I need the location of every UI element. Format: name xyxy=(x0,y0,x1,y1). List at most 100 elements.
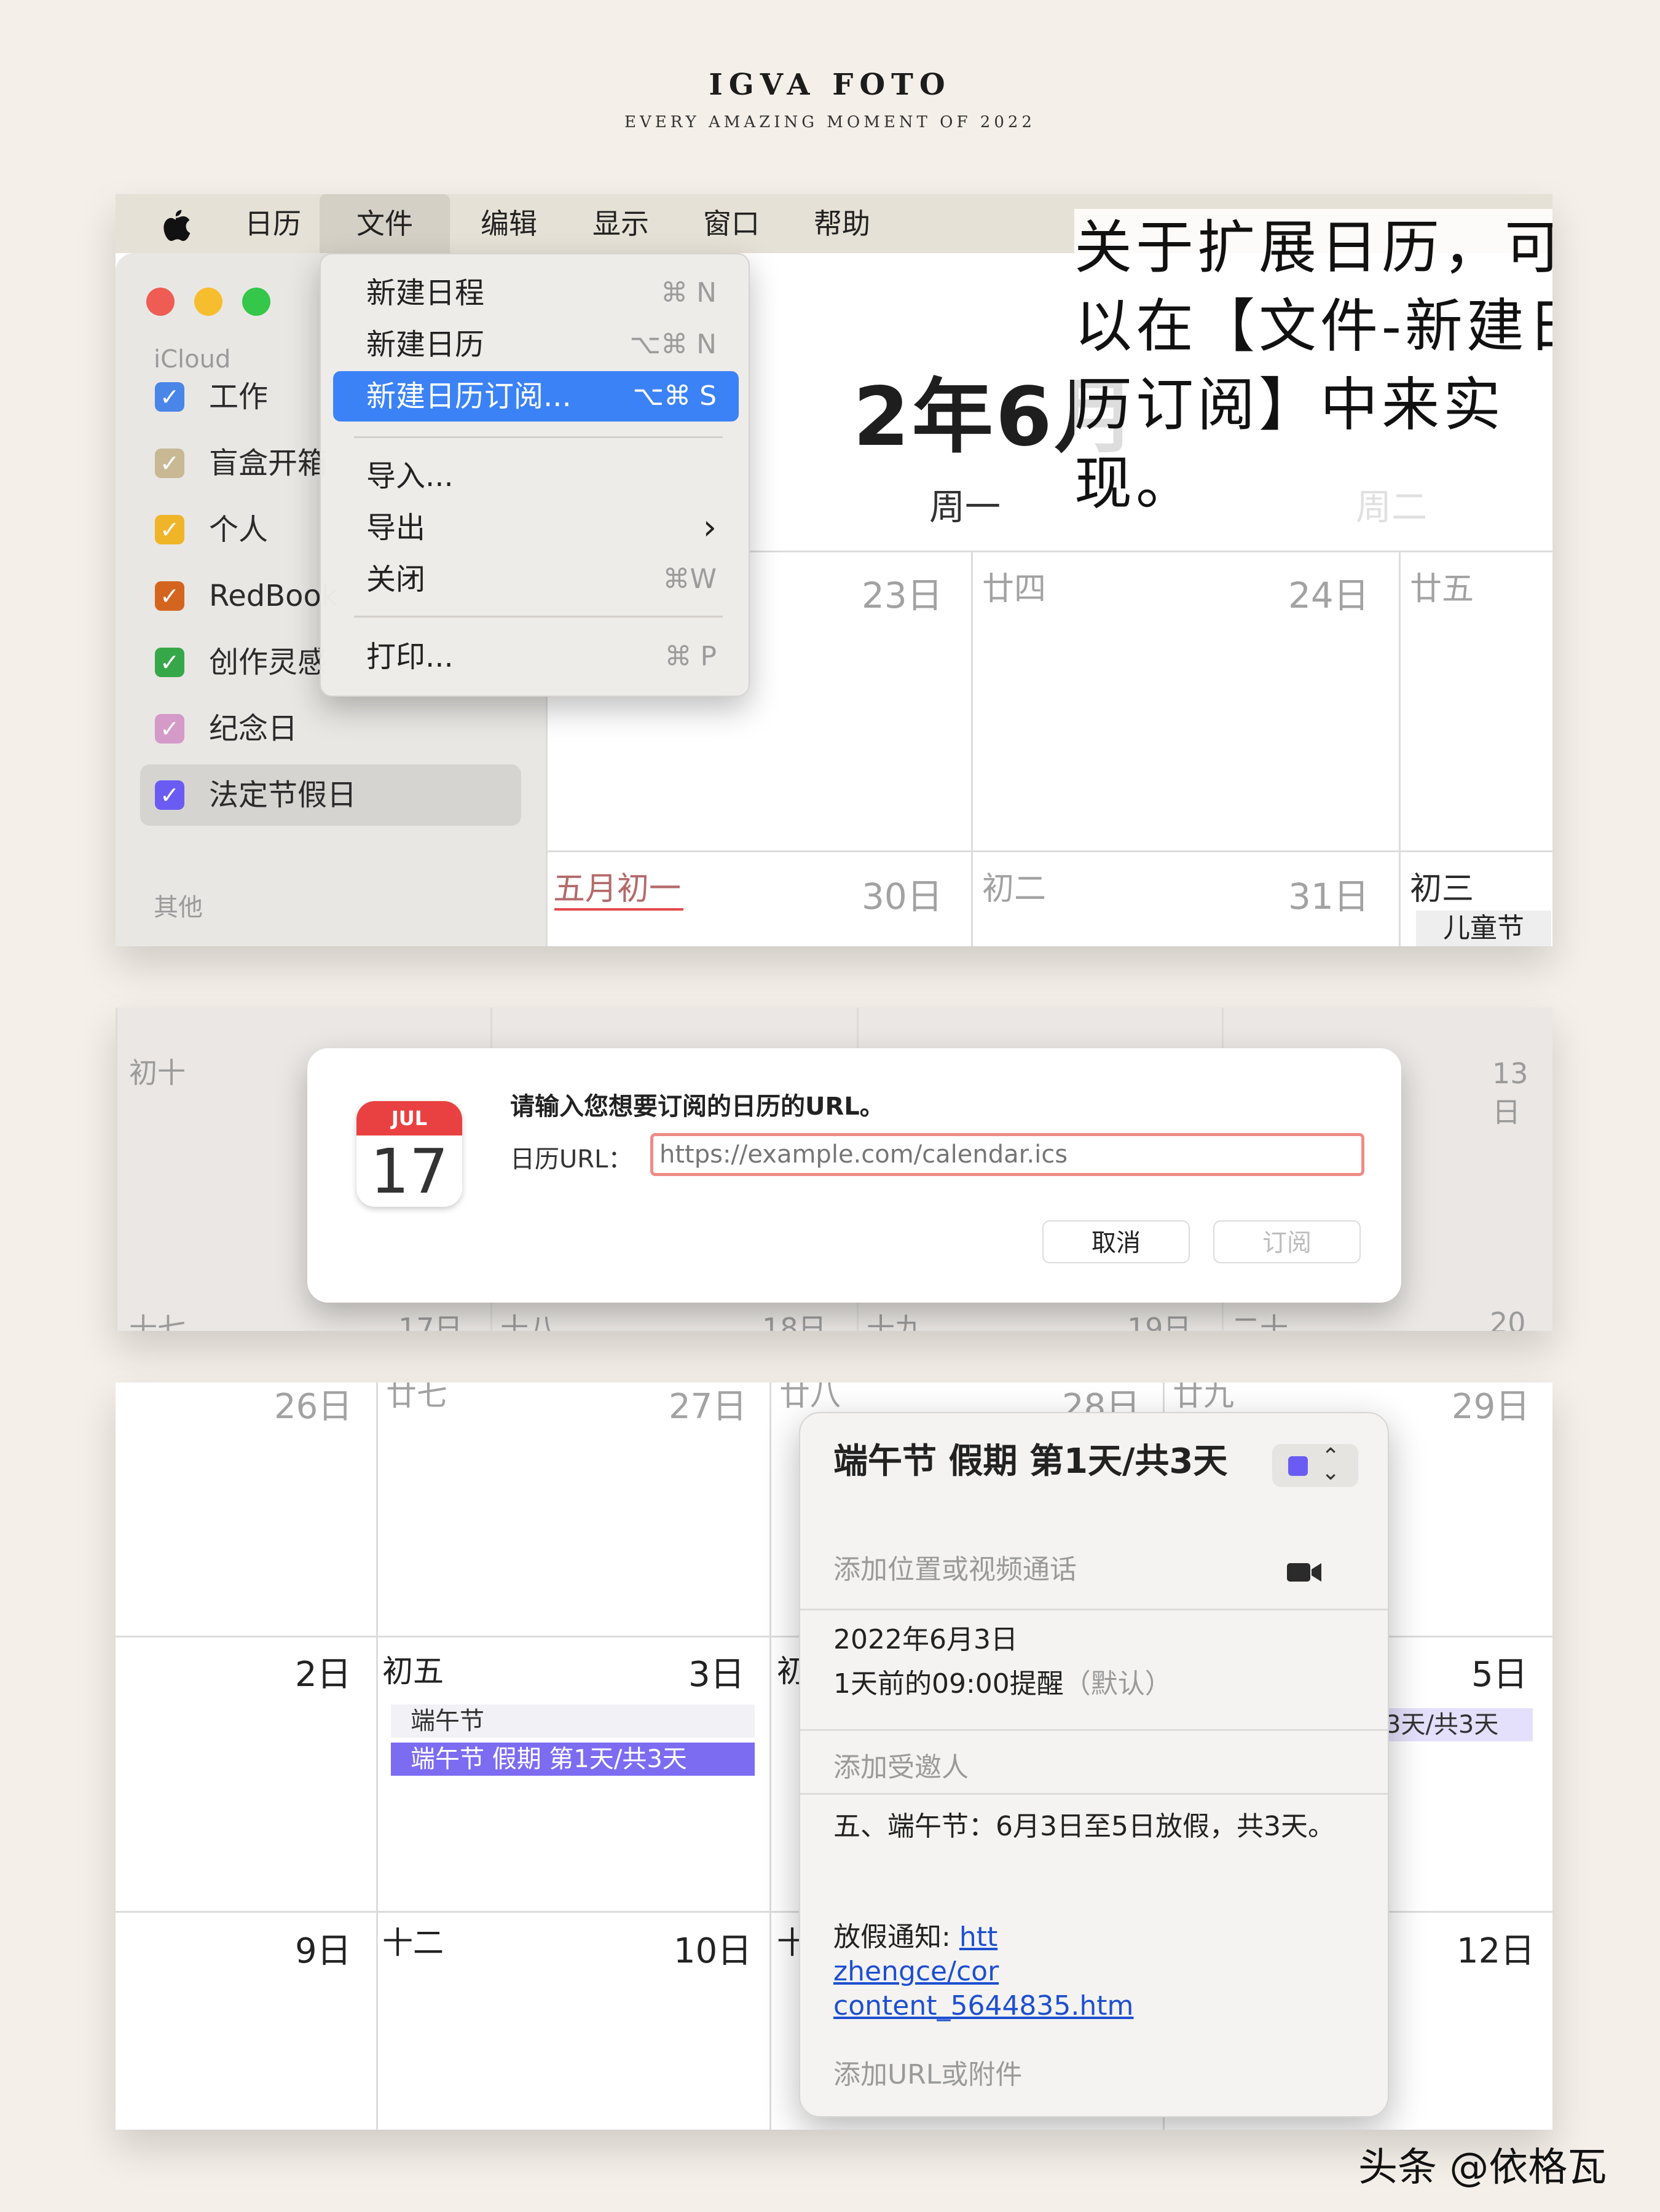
lunar-date: 初十 xyxy=(129,1056,186,1089)
close-window-button[interactable] xyxy=(146,288,175,316)
brand-tagline: EVERY AMAZING MOMENT OF 2022 xyxy=(624,113,1036,131)
day-number[interactable]: 23日 xyxy=(862,567,943,618)
calendar-url-input[interactable] xyxy=(653,1136,1361,1173)
apple-icon[interactable] xyxy=(160,208,192,242)
checkbox-icon[interactable]: ✓ xyxy=(155,648,184,677)
checkbox-icon[interactable]: ✓ xyxy=(155,780,184,810)
lunar-date: 十七 xyxy=(129,1312,186,1331)
divider xyxy=(800,1609,1388,1610)
menu-item-label: 导入... xyxy=(366,459,454,493)
video-camera-icon[interactable] xyxy=(1286,1561,1323,1584)
day-number[interactable]: 9日 xyxy=(295,1923,352,1973)
lunar-date: 廿九 xyxy=(1173,1382,1234,1413)
checkbox-icon[interactable]: ✓ xyxy=(155,449,184,478)
lunar-date: 初三 xyxy=(1410,871,1474,908)
menu-edit[interactable]: 编辑 xyxy=(466,194,552,253)
cancel-button[interactable]: 取消 xyxy=(1042,1220,1190,1263)
day-number: 17日 xyxy=(398,1312,463,1331)
watermark: 头条 @依格瓦 xyxy=(1358,2145,1607,2190)
holiday-event-chip[interactable]: 儿童节 xyxy=(1416,911,1551,946)
checkbox-icon[interactable]: ✓ xyxy=(155,382,184,412)
event-notes[interactable]: 五、端午节：6月3日至5日放假，共3天。 xyxy=(833,1809,1337,1845)
menu-view[interactable]: 显示 xyxy=(578,194,664,253)
menu-calendar[interactable]: 日历 xyxy=(230,194,316,253)
lunar-date: 十八 xyxy=(500,1312,557,1331)
weekday-header: 周一 xyxy=(929,486,1001,528)
app-icon-month: JUL xyxy=(356,1101,462,1135)
event-holiday-day3[interactable]: 3天/共3天 xyxy=(1382,1708,1533,1741)
checkbox-icon[interactable]: ✓ xyxy=(155,581,184,611)
menu-item-label: 关闭 xyxy=(366,562,426,597)
reminder-default: （默认） xyxy=(1063,1668,1172,1700)
day-number[interactable]: 30日 xyxy=(862,868,943,919)
day-number[interactable]: 31日 xyxy=(1288,868,1369,919)
lunar-date: 初二 xyxy=(982,871,1047,908)
sidebar-item-holidays[interactable]: ✓ 法定节假日 xyxy=(140,764,521,826)
menu-item-new-calendar[interactable]: 新建日历 ⌥⌘ N xyxy=(333,320,739,370)
day-number[interactable]: 24日 xyxy=(1288,567,1369,618)
event-date[interactable]: 2022年6月3日 xyxy=(833,1622,1018,1658)
lunar-date: 廿四 xyxy=(982,571,1047,608)
event-dragon-boat[interactable]: 端午节 xyxy=(391,1704,755,1738)
menu-window[interactable]: 窗口 xyxy=(688,194,774,253)
notice-link[interactable]: zhengce/cor xyxy=(833,1954,999,1990)
event-reminder[interactable]: 1天前的09:00提醒（默认） xyxy=(833,1666,1172,1702)
day-number[interactable]: 5日 xyxy=(1471,1647,1528,1696)
event-title[interactable]: 端午节 假期 第1天/共3天 xyxy=(833,1439,1251,1484)
sidebar-item-label: 盲盒开箱 xyxy=(209,446,328,480)
menu-file[interactable]: 文件 xyxy=(320,194,450,253)
brand-title: IGVA FOTO xyxy=(709,68,951,102)
day-number: 18日 xyxy=(762,1312,827,1331)
sidebar-item-label: 创作灵感 xyxy=(209,645,328,680)
lunar-date: 廿五 xyxy=(1410,571,1474,608)
notice-link[interactable]: content_5644835.htm xyxy=(833,1988,1133,2024)
add-url-field[interactable]: 添加URL或附件 xyxy=(833,2052,1022,2092)
lunar-date: 五月初一 xyxy=(553,871,682,908)
menu-item-label: 打印... xyxy=(366,640,454,674)
day-number: 13日 xyxy=(1492,1057,1528,1129)
url-field[interactable] xyxy=(650,1133,1364,1176)
menu-item-new-calendar-subscription[interactable]: 新建日历订阅... ⌥⌘ S xyxy=(333,371,739,422)
event-holiday-day1[interactable]: 端午节 假期 第1天/共3天 xyxy=(391,1743,755,1776)
lunar-date: 十九 xyxy=(867,1312,923,1331)
day-number[interactable]: 2日 xyxy=(295,1647,352,1696)
menu-item-export[interactable]: 导出 › xyxy=(333,503,739,553)
notice-link[interactable]: htt xyxy=(959,1921,997,1953)
event-detail-screenshot: 26日 廿七 27日 廿八 28日 廿九 29日 2日 初五 3日 初 5日 端… xyxy=(116,1382,1552,2130)
location-field[interactable]: 添加位置或视频通话 xyxy=(833,1547,1077,1586)
menu-help[interactable]: 帮助 xyxy=(799,194,885,253)
menu-item-close[interactable]: 关闭 ⌘W xyxy=(333,554,739,605)
day-number[interactable]: 10日 xyxy=(674,1923,752,1973)
minimize-window-button[interactable] xyxy=(194,288,222,316)
sidebar-item-anniversary[interactable]: ✓ 纪念日 xyxy=(140,698,521,759)
menu-item-shortcut: ⌘ N xyxy=(661,277,717,308)
calendar-color-select[interactable]: ⌃ ⌄ xyxy=(1272,1444,1358,1487)
lunar-date: 十二 xyxy=(382,1925,444,1961)
grid-line xyxy=(116,1008,117,1331)
menu-separator xyxy=(354,436,723,438)
zoom-window-button[interactable] xyxy=(242,288,270,316)
menu-item-shortcut: ⌥⌘ S xyxy=(632,380,717,412)
dialog-title: 请输入您想要订阅的日历的URL。 xyxy=(510,1092,884,1121)
grid-line xyxy=(971,551,973,946)
invitees-field[interactable]: 添加受邀人 xyxy=(833,1745,969,1784)
day-number[interactable]: 29日 xyxy=(1452,1382,1530,1429)
lunar-date: 廿八 xyxy=(779,1382,841,1413)
menu-item-label: 新建日历 xyxy=(366,327,485,362)
grid-line xyxy=(769,1382,771,2130)
day-number[interactable]: 27日 xyxy=(669,1382,747,1429)
checkbox-icon[interactable]: ✓ xyxy=(155,714,184,743)
subscribe-button[interactable]: 订阅 xyxy=(1213,1220,1361,1263)
day-number[interactable]: 26日 xyxy=(274,1382,352,1429)
menu-item-shortcut: ⌥⌘ N xyxy=(629,329,717,360)
menu-item-print[interactable]: 打印... ⌘ P xyxy=(333,632,739,682)
day-number[interactable]: 12日 xyxy=(1457,1923,1535,1973)
event-detail-popover: 端午节 假期 第1天/共3天 ⌃ ⌄ 添加位置或视频通话 2022年6月3日 1天… xyxy=(799,1412,1389,2117)
app-icon-day: 17 xyxy=(370,1135,449,1207)
checkbox-icon[interactable]: ✓ xyxy=(155,515,184,544)
grid-line xyxy=(1399,551,1401,946)
url-field-label: 日历URL： xyxy=(510,1145,633,1174)
menu-item-new-event[interactable]: 新建日程 ⌘ N xyxy=(333,268,739,318)
menu-item-import[interactable]: 导入... xyxy=(333,451,739,501)
day-number[interactable]: 3日 xyxy=(688,1647,745,1696)
